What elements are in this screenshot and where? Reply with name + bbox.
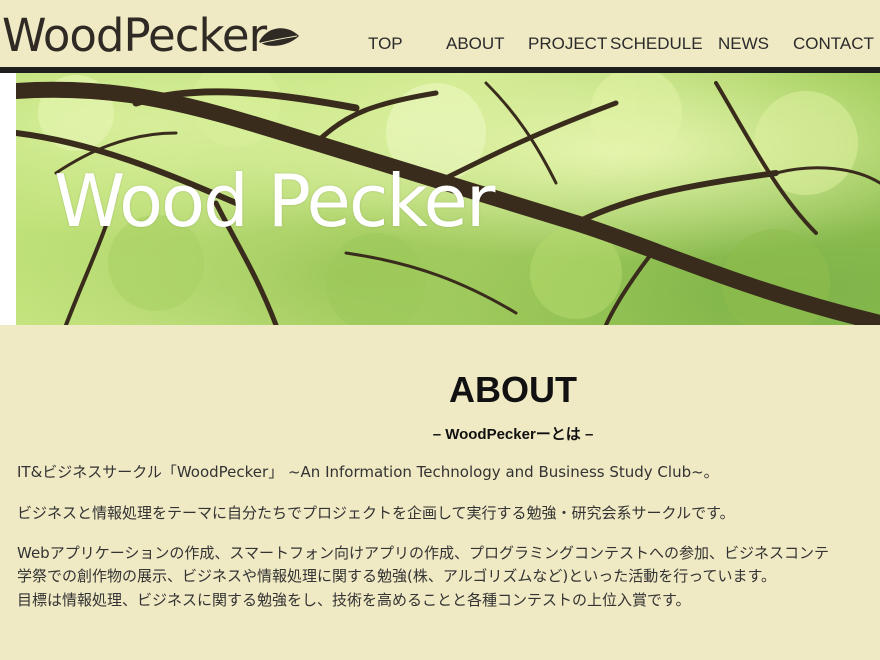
about-section: ABOUT – WoodPeckerーとは – IT&ビジネスサークル「Wood… [0, 325, 880, 660]
nav-news[interactable]: NEWS [718, 34, 769, 54]
main-nav: TOP ABOUT PROJECT SCHEDULE NEWS CONTACT [0, 34, 880, 58]
nav-schedule[interactable]: SCHEDULE [610, 34, 703, 54]
about-heading: ABOUT [449, 369, 577, 410]
nav-project[interactable]: PROJECT [528, 34, 607, 54]
hero-banner: Wood Pecker [16, 73, 880, 325]
about-paragraph: 目標は情報処理、ビジネスに関する勉強をし、技術を高めることと各種コンテストの上位… [17, 591, 691, 609]
about-paragraph: 学祭での創作物の展示、ビジネスや情報処理に関する勉強(株、アルゴリズムなど)とい… [17, 567, 777, 585]
hero-title: Wood Pecker [54, 159, 495, 243]
about-paragraph: Webアプリケーションの作成、スマートフォン向けアプリの作成、プログラミングコン… [17, 544, 829, 562]
hero-left-border [0, 73, 16, 325]
site-header: WoodPecker TOP ABOUT PROJECT SCHEDULE NE… [0, 0, 880, 68]
about-paragraph: IT&ビジネスサークル「WoodPecker」 ~An Information … [17, 463, 719, 481]
nav-about[interactable]: ABOUT [446, 34, 505, 54]
about-subheading: – WoodPeckerーとは – [432, 426, 594, 443]
about-paragraph: ビジネスと情報処理をテーマに自分たちでプロジェクトを企画して実行する勉強・研究会… [17, 504, 735, 522]
nav-top[interactable]: TOP [368, 34, 403, 54]
nav-contact[interactable]: CONTACT [793, 34, 874, 54]
